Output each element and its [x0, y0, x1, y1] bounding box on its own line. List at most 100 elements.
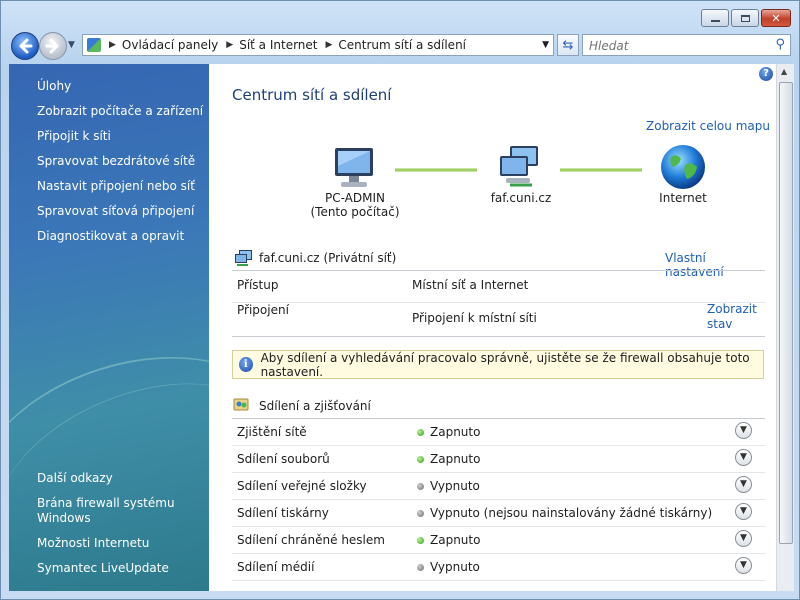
search-icon[interactable]: ⚲: [775, 37, 785, 52]
breadcrumb-separator[interactable]: ▶: [326, 40, 333, 50]
sharing-row-file-sharing: Sdílení souborů Zapnuto ▼: [232, 446, 764, 473]
status-dot-icon: [417, 483, 424, 490]
sharing-label: Sdílení médií: [237, 560, 315, 574]
scroll-up-icon[interactable]: ▲: [781, 67, 787, 76]
sharing-label: Zjištění sítě: [237, 425, 307, 439]
status-dot-icon: [417, 510, 424, 517]
expand-chevron-icon[interactable]: ▼: [735, 422, 752, 439]
divider: [232, 302, 765, 303]
info-icon: i: [239, 357, 253, 372]
close-button[interactable]: ✕: [761, 9, 791, 27]
vertical-scrollbar[interactable]: ▲: [776, 64, 794, 591]
close-icon: ✕: [771, 11, 781, 25]
link-internet-options[interactable]: Možnosti Internetu: [37, 536, 149, 550]
expand-chevron-icon[interactable]: ▼: [735, 530, 752, 547]
status-dot-icon: [417, 456, 424, 463]
access-value: Místní síť a Internet: [412, 278, 529, 292]
network-icon: [500, 146, 538, 187]
sharing-row-network-discovery: Zjištění sítě Zapnuto ▼: [232, 419, 764, 446]
firewall-info-bar: i Aby sdílení a vyhledávání pracovalo sp…: [232, 350, 764, 379]
view-status-link[interactable]: Zobrazit stav: [707, 302, 757, 332]
sharing-row-public-folder-sharing: Sdílení veřejné složky Vypnuto ▼: [232, 473, 764, 500]
node-internet-label: Internet: [659, 191, 707, 205]
node-this-computer-name: PC-ADMIN: [325, 191, 385, 205]
recent-pages-dropdown[interactable]: ▼: [68, 40, 75, 50]
maximize-button[interactable]: [731, 9, 759, 27]
status-dot-icon: [417, 564, 424, 571]
node-this-computer-sublabel: (Tento počítač): [310, 205, 400, 219]
more-links-heading: Další odkazy: [37, 471, 113, 485]
access-label: Přístup: [237, 278, 279, 292]
divider: [232, 336, 765, 337]
maximize-icon: [740, 14, 750, 22]
content-pane: Centrum sítí a sdílení Zobrazit celou ma…: [209, 64, 776, 591]
sharing-status: Zapnuto: [430, 452, 481, 466]
task-diagnose-repair[interactable]: Diagnostikovat a opravit: [37, 229, 184, 243]
node-this-computer-label: PC-ADMIN (Tento počítač): [305, 191, 405, 219]
network-name-text: faf.cuni.cz: [259, 251, 320, 265]
sharing-label: Sdílení souborů: [237, 452, 330, 466]
info-message: Aby sdílení a vyhledávání pracovalo sprá…: [260, 350, 750, 379]
refresh-button[interactable]: ⇆: [557, 34, 579, 56]
task-setup-connection[interactable]: Nastavit připojení nebo síť: [37, 179, 195, 193]
sharing-section-title: Sdílení a zjišťování: [259, 399, 371, 413]
forward-button[interactable]: [39, 32, 67, 60]
connection-line: [560, 168, 642, 172]
breadcrumb-separator[interactable]: ▶: [226, 40, 233, 50]
window: ✕ ▼ ▶ Ovládací panely ▶ Síť a Internet ▶…: [0, 0, 800, 600]
help-button[interactable]: ?: [759, 67, 773, 81]
status-dot-icon: [417, 429, 424, 436]
sharing-label: Sdílení chráněné heslem: [237, 533, 385, 547]
view-status-link-line2[interactable]: stav: [707, 317, 757, 332]
minimize-icon: [710, 20, 720, 22]
expand-chevron-icon[interactable]: ▼: [735, 503, 752, 520]
expand-chevron-icon[interactable]: ▼: [735, 449, 752, 466]
network-small-icon: [235, 250, 252, 266]
control-panel-icon: [87, 38, 101, 52]
sharing-row-media-sharing: Sdílení médií Vypnuto ▼: [232, 554, 764, 581]
view-status-link-line1[interactable]: Zobrazit: [707, 302, 757, 317]
breadcrumb-network-sharing-center[interactable]: Centrum sítí a sdílení: [338, 38, 466, 52]
address-dropdown-icon[interactable]: ▼: [542, 40, 549, 50]
task-manage-wireless-networks[interactable]: Spravovat bezdrátové sítě: [37, 154, 195, 168]
link-symantec-liveupdate[interactable]: Symantec LiveUpdate: [37, 561, 169, 575]
view-full-map-link[interactable]: Zobrazit celou mapu: [646, 119, 770, 133]
caption-buttons: ✕: [701, 9, 791, 27]
sharing-status: Vypnuto (nejsou nainstalovány žádné tisk…: [430, 506, 713, 520]
network-name: faf.cuni.cz (Privátní síť): [259, 251, 396, 265]
scrollbar-thumb[interactable]: [779, 82, 793, 544]
customize-link[interactable]: Vlastní nastavení: [665, 251, 765, 279]
search-box[interactable]: ⚲: [582, 34, 791, 56]
tasks-heading: Úlohy: [37, 79, 72, 93]
link-windows-firewall[interactable]: Brána firewall systému Windows: [37, 496, 187, 526]
sharing-row-password-protected-sharing: Sdílení chráněné heslem Zapnuto ▼: [232, 527, 764, 554]
node-network-label: faf.cuni.cz: [490, 191, 552, 205]
address-bar[interactable]: ▶ Ovládací panely ▶ Síť a Internet ▶ Cen…: [82, 34, 554, 56]
breadcrumb-separator[interactable]: ▶: [109, 40, 116, 50]
network-type: (Privátní síť): [323, 251, 397, 265]
expand-chevron-icon[interactable]: ▼: [735, 557, 752, 574]
minimize-button[interactable]: [701, 9, 729, 27]
task-connect-to-network[interactable]: Připojit k síti: [37, 129, 111, 143]
sharing-status: Zapnuto: [430, 533, 481, 547]
sharing-label: Sdílení veřejné složky: [237, 479, 367, 493]
task-view-computers-devices[interactable]: Zobrazit počítače a zařízení: [37, 104, 203, 118]
status-dot-icon: [417, 537, 424, 544]
page-title: Centrum sítí a sdílení: [232, 86, 392, 104]
refresh-icon: ⇆: [562, 37, 574, 53]
search-input[interactable]: [587, 36, 791, 56]
connection-label: Připojení: [237, 303, 289, 317]
sharing-status: Vypnuto: [430, 560, 480, 574]
breadcrumb-control-panel[interactable]: Ovládací panely: [122, 38, 218, 52]
sharing-status: Zapnuto: [430, 425, 481, 439]
sharing-icon: [233, 398, 249, 411]
task-manage-network-connections[interactable]: Spravovat síťová připojení: [37, 204, 194, 218]
internet-globe-icon: [661, 145, 705, 189]
forward-arrow-icon: [45, 38, 59, 54]
back-button[interactable]: [11, 32, 39, 60]
task-pane: Úlohy Zobrazit počítače a zařízení Připo…: [9, 64, 209, 591]
breadcrumb-network-internet[interactable]: Síť a Internet: [239, 38, 317, 52]
computer-icon: [335, 148, 373, 187]
expand-chevron-icon[interactable]: ▼: [735, 476, 752, 493]
help-icon: ?: [763, 68, 769, 79]
